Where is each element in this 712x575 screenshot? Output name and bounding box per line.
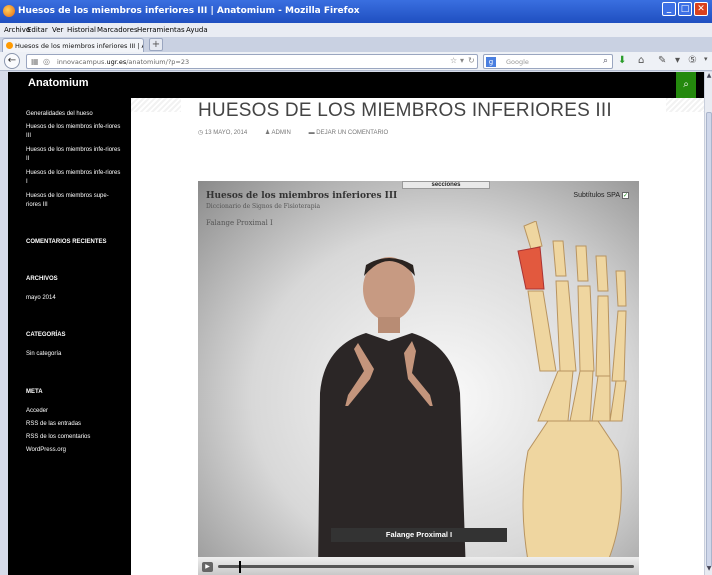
- post-date[interactable]: ◷ 13 MAYO, 2014: [198, 130, 255, 136]
- url-domain: ugr.es: [106, 58, 127, 66]
- window-titlebar: Huesos de los miembros inferiores III | …: [0, 0, 712, 23]
- scroll-up-icon[interactable]: ▲: [705, 72, 712, 81]
- search-input[interactable]: g Google ⌕: [483, 54, 613, 69]
- overflow-chevron-icon[interactable]: ▾: [704, 55, 708, 63]
- post-title[interactable]: HUESOS DE LOS MIEMBROS INFERIORES III: [198, 100, 612, 122]
- bookmark-star-icon[interactable]: ☆: [450, 56, 457, 65]
- url-prefix: innovacampus.: [57, 58, 107, 66]
- minimize-button[interactable]: _: [662, 2, 676, 16]
- search-placeholder: Google: [506, 58, 529, 66]
- dropdown-arrow-icon[interactable]: ▾: [460, 56, 464, 65]
- google-engine-icon[interactable]: g: [486, 57, 496, 67]
- video-controls: ▶: [198, 557, 639, 575]
- widget-categories-title: CATEGORÍAS: [26, 332, 66, 338]
- foot-skeleton-diagram: [517, 221, 627, 561]
- menu-editar[interactable]: Editar: [27, 26, 48, 34]
- url-bar[interactable]: ▦ ◎ innovacampus.ugr.es/anatomium/?p=23 …: [26, 54, 478, 69]
- tools-icon[interactable]: ✎: [658, 55, 666, 66]
- widget-recent-comments-title: COMENTARIOS RECIENTES: [26, 239, 107, 245]
- progress-thumb[interactable]: [238, 561, 241, 573]
- meta-link-acceder[interactable]: Acceder: [26, 408, 48, 414]
- site-identity-icon[interactable]: ▦: [31, 57, 39, 66]
- tab-label: Huesos de los miembros inferiores III | …: [15, 42, 143, 50]
- video-caption: Falange Proximal I: [331, 528, 507, 542]
- post-author[interactable]: ♟ ADMIN: [265, 130, 299, 136]
- menu-historial[interactable]: Historial: [67, 26, 96, 34]
- category-link[interactable]: Sin categoría: [26, 351, 61, 357]
- reload-icon[interactable]: ↻: [468, 56, 475, 65]
- nav-item-inferiores-iii[interactable]: Huesos de los miembros infe-riores III: [26, 123, 121, 141]
- header-hatch-right: [666, 98, 704, 112]
- addon-icon[interactable]: ⑤: [688, 55, 697, 66]
- scroll-down-icon[interactable]: ▼: [705, 565, 712, 574]
- play-icon[interactable]: ▶: [202, 562, 213, 572]
- calcaneus-bone: [522, 420, 622, 561]
- back-arrow-icon[interactable]: ←: [4, 53, 20, 69]
- widget-meta-title: META: [26, 389, 43, 395]
- video-player[interactable]: secciones Huesos de los miembros inferio…: [198, 181, 639, 575]
- menu-herramientas[interactable]: Herramientas: [137, 26, 185, 34]
- menu-ayuda[interactable]: Ayuda: [186, 26, 208, 34]
- navigation-toolbar: ← ▦ ◎ innovacampus.ugr.es/anatomium/?p=2…: [0, 52, 712, 71]
- archive-link[interactable]: mayo 2014: [26, 295, 56, 301]
- menu-dropdown-icon[interactable]: ▾: [675, 55, 680, 66]
- nav-item-inferiores-i[interactable]: Huesos de los miembros infe-riores I: [26, 169, 121, 187]
- window-title: Huesos de los miembros inferiores III | …: [18, 6, 360, 16]
- globe-icon: ◎: [43, 57, 50, 66]
- maximize-button[interactable]: □: [678, 2, 692, 16]
- home-icon[interactable]: ⌂: [638, 55, 644, 66]
- firefox-icon: [3, 5, 15, 17]
- site-header: Anatomium ⌕: [8, 72, 704, 98]
- site-search-icon[interactable]: ⌕: [676, 72, 696, 98]
- close-button[interactable]: ✕: [694, 2, 708, 16]
- meta-link-rss-entries[interactable]: RSS de las entradas: [26, 421, 81, 427]
- scroll-thumb[interactable]: [706, 112, 712, 567]
- favicon-icon: [6, 42, 13, 49]
- tab-active[interactable]: Huesos de los miembros inferiores III | …: [2, 38, 144, 52]
- page-content: Anatomium ⌕ Generalidades del hueso Hues…: [8, 72, 704, 575]
- sidebar: Generalidades del hueso Huesos de los mi…: [8, 98, 131, 575]
- post-meta: ◷ 13 MAYO, 2014 ♟ ADMIN ▬ DEJAR UN COMEN…: [198, 129, 404, 136]
- new-tab-button[interactable]: +: [149, 38, 163, 51]
- menu-bar: Archivo Editar Ver Historial Marcadores …: [0, 23, 712, 37]
- page-scrollbar[interactable]: ▲ ▼: [704, 72, 712, 575]
- nav-item-generalidades[interactable]: Generalidades del hueso: [26, 110, 121, 119]
- nav-item-superiores-iii[interactable]: Huesos de los miembros supe-riores III: [26, 192, 121, 210]
- distal-phalanx-i: [523, 221, 543, 250]
- widget-archives-title: ARCHIVOS: [26, 276, 58, 282]
- nav-item-inferiores-ii[interactable]: Huesos de los miembros infe-riores II: [26, 146, 121, 164]
- meta-link-wordpress[interactable]: WordPress.org: [26, 447, 66, 453]
- download-icon[interactable]: ⬇: [618, 55, 626, 66]
- progress-track[interactable]: [218, 565, 634, 568]
- tab-strip: Huesos de los miembros inferiores III | …: [0, 37, 712, 52]
- header-hatch-left: [131, 98, 181, 112]
- menu-ver[interactable]: Ver: [52, 26, 63, 34]
- search-magnifier-icon[interactable]: ⌕: [603, 56, 608, 66]
- site-title[interactable]: Anatomium: [28, 77, 89, 89]
- proximal-phalanx-i-highlight: [517, 246, 545, 290]
- post-comment-link[interactable]: ▬ DEJAR UN COMENTARIO: [309, 130, 397, 136]
- menu-marcadores[interactable]: Marcadores: [97, 26, 138, 34]
- url-path: /anatomium/?p=23: [126, 58, 190, 66]
- meta-link-rss-comments[interactable]: RSS de los comentarios: [26, 434, 90, 440]
